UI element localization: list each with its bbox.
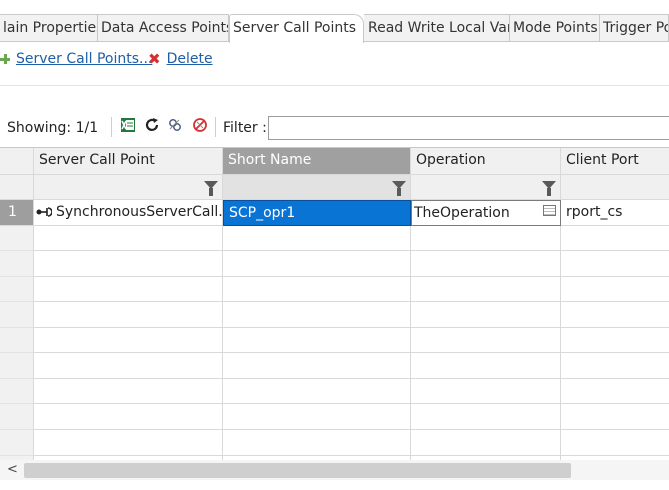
scroll-left-arrow-icon[interactable]: < <box>7 461 18 479</box>
column-filter-short-name[interactable] <box>223 175 411 200</box>
toolbar-separator <box>215 117 216 137</box>
delete-link-label[interactable]: Delete <box>167 51 213 67</box>
empty-grid-rows <box>0 226 669 460</box>
corner-cell <box>0 148 34 175</box>
cell-text: rport_cs <box>566 204 623 220</box>
add-link-label[interactable]: Server Call Points... <box>16 51 152 67</box>
clear-filter-icon[interactable] <box>192 117 208 133</box>
add-server-call-points-button[interactable]: Server Call Points... <box>0 49 152 69</box>
tab-read-write-local-var[interactable]: Read Write Local Var <box>364 14 510 41</box>
column-header-label: Server Call Point <box>39 152 155 168</box>
filter-row-corner <box>0 175 34 200</box>
cell-text: SCP_opr1 <box>229 205 296 221</box>
tab-label: lain Properties <box>3 20 98 36</box>
tab-server-call-points[interactable]: Server Call Points <box>229 14 364 43</box>
toolbar-separator <box>111 117 112 137</box>
link-settings-icon[interactable] <box>167 117 183 133</box>
column-header-server-call-point[interactable]: Server Call Point <box>34 148 223 175</box>
tab-label: Trigger Po <box>603 20 669 36</box>
section-divider <box>0 85 669 86</box>
column-filter-server-call-point[interactable] <box>34 175 223 200</box>
table-cell-client-port[interactable]: rport_cs <box>561 200 669 226</box>
tab-mode-points[interactable]: Mode Points <box>510 14 600 41</box>
cell-text: SynchronousServerCall... <box>56 204 223 220</box>
tab-label: Data Access Points <box>101 20 229 36</box>
filter-funnel-icon[interactable] <box>204 181 218 196</box>
export-excel-icon[interactable] <box>120 117 136 133</box>
tab-label: Read Write Local Var <box>368 20 510 36</box>
filter-funnel-icon[interactable] <box>392 181 406 196</box>
tab-label: Server Call Points <box>233 20 356 36</box>
delete-button[interactable]: ✖ Delete <box>148 49 213 69</box>
column-header-client-port[interactable]: Client Port <box>561 148 669 175</box>
tab-main-properties[interactable]: lain Properties <box>0 14 98 41</box>
plus-icon <box>0 54 10 64</box>
showing-count: Showing: 1/1 <box>7 120 99 136</box>
column-header-short-name[interactable]: Short Name <box>223 148 411 175</box>
tab-label: Mode Points <box>513 20 598 36</box>
row-number[interactable]: 1 <box>0 200 34 226</box>
column-filter-client-port[interactable] <box>561 175 669 200</box>
column-header-label: Operation <box>416 152 486 168</box>
list-picker-icon[interactable] <box>543 205 556 216</box>
filter-input[interactable] <box>268 116 669 140</box>
refresh-icon[interactable] <box>144 117 160 133</box>
filter-label: Filter : <box>223 120 267 136</box>
cell-text: TheOperation <box>414 205 510 221</box>
column-filter-operation[interactable] <box>411 175 561 200</box>
tab-trigger-points[interactable]: Trigger Po <box>600 14 669 41</box>
delete-x-icon: ✖ <box>148 49 161 68</box>
table-cell-operation[interactable]: TheOperation <box>411 200 561 226</box>
tab-data-access-points[interactable]: Data Access Points <box>98 14 229 41</box>
filter-funnel-icon[interactable] <box>542 181 556 196</box>
table-cell-server-call-point[interactable]: SynchronousServerCall... <box>34 200 223 226</box>
column-header-label: Client Port <box>566 152 639 168</box>
column-header-operation[interactable]: Operation <box>411 148 561 175</box>
table-cell-short-name[interactable]: SCP_opr1 <box>223 200 411 226</box>
column-header-label: Short Name <box>228 152 312 168</box>
server-call-point-icon <box>36 207 52 217</box>
scrollbar-thumb[interactable] <box>24 463 571 478</box>
